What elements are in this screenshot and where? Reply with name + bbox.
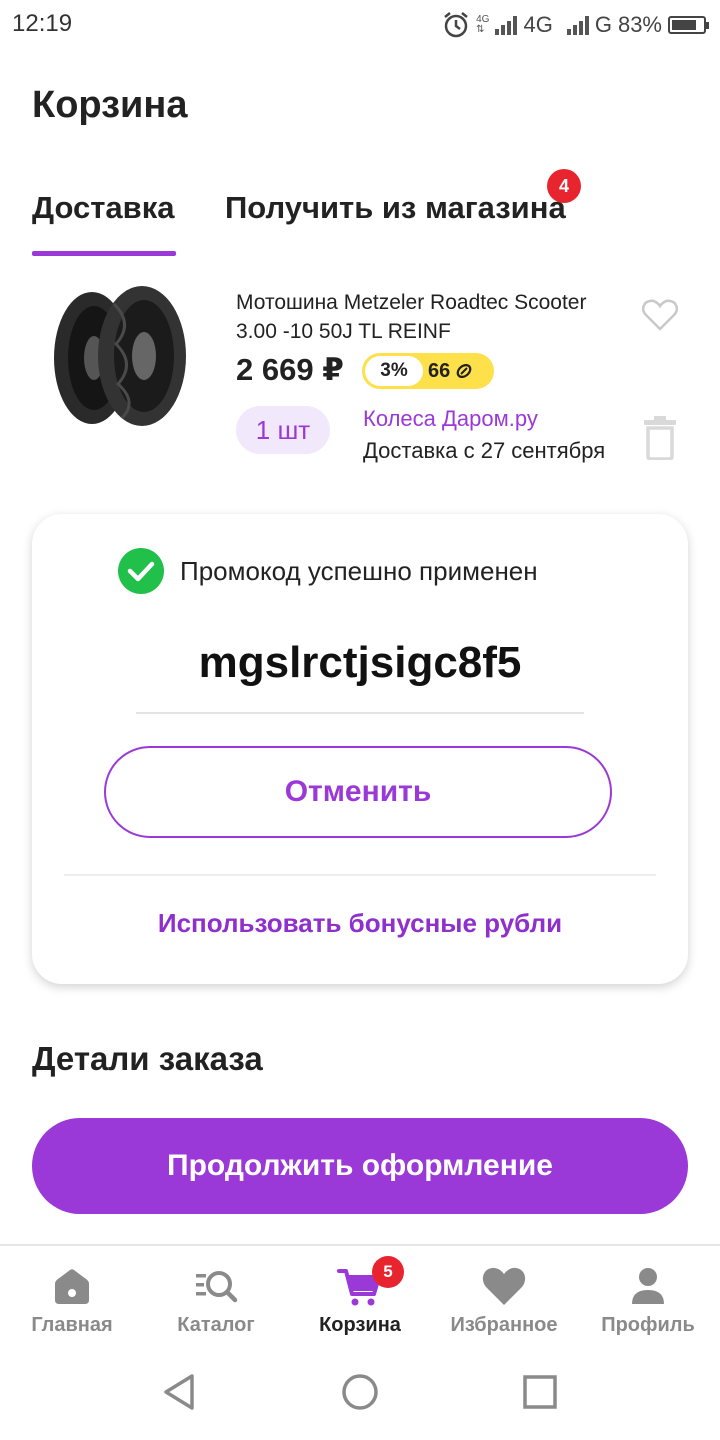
nav-home[interactable]: Главная [0,1246,144,1356]
home-icon [55,1269,89,1304]
delivery-date: Доставка с 27 сентября [363,438,606,463]
cart-count-badge: 5 [372,1256,404,1288]
seller-link[interactable]: Колеса Даром.ру [363,406,538,432]
tab-pickup-badge: 4 [547,169,581,203]
bonus-value: 66 [428,353,474,389]
status-icons: 4G ⇅ 4G G 83% [442,8,709,42]
nav-favorites[interactable]: Избранное [432,1246,576,1356]
nav-cart[interactable]: 5 Корзина [288,1246,432,1356]
battery-percent: 83% [617,12,662,37]
use-bonus-link[interactable]: Использовать бонусные рубли [32,908,688,939]
bonus-coin-icon [456,363,472,379]
product-name[interactable]: Мотошина Metzeler Roadtec Scooter 3.00 -… [236,288,596,346]
nav-label: Профиль [601,1314,695,1336]
net-type-2: G [594,12,612,37]
tab-pickup[interactable]: Получить из магазина [225,190,566,226]
quantity-selector[interactable]: 1 шт [236,406,330,454]
product-image-tires [54,286,186,426]
heart-icon [482,1267,526,1305]
nav-label: Главная [31,1314,113,1336]
product-price: 2 669 ₽ [236,352,344,387]
promo-code: mgslrctjsigc8f5 [198,638,522,687]
status-bar: 12:19 4G ⇅ 4G G 83% [0,0,720,50]
nav-profile[interactable]: Профиль [576,1246,720,1356]
battery-icon [668,16,709,34]
signal-icon-2 [566,15,589,35]
cancel-promo-button[interactable]: Отменить [104,746,612,838]
status-time: 12:19 [12,10,73,37]
bonus-badge: 3% 66 [362,353,494,389]
nav-label: Корзина [319,1314,401,1336]
continue-checkout-button[interactable]: Продолжить оформление [32,1118,688,1214]
bottom-nav: Главная Каталог 5 Корзина Избранное Проф… [0,1244,720,1356]
page-title: Корзина [32,84,188,126]
system-nav-bar [0,1356,720,1440]
net-type-small: 4G ⇅ [476,14,490,35]
check-circle-icon [118,548,164,594]
promo-code-underline [136,712,584,714]
bonus-percent: 3% [365,356,423,386]
nav-label: Каталог [177,1314,255,1336]
order-details-title: Детали заказа [32,1040,263,1077]
promo-card: Промокод успешно применен mgslrctjsigc8f… [32,514,688,984]
tab-active-indicator [32,251,176,256]
alarm-icon [444,12,468,38]
catalog-search-icon [196,1271,238,1303]
divider [64,874,656,876]
promo-status: Промокод успешно применен [118,548,538,594]
tab-delivery[interactable]: Доставка [32,190,174,226]
net-type: 4G [523,12,553,37]
promo-status-text: Промокод успешно применен [180,555,538,586]
home-circle-icon[interactable] [340,1372,380,1412]
trash-icon[interactable] [642,416,678,460]
back-icon[interactable] [160,1372,200,1412]
favorite-heart-icon[interactable] [641,298,679,332]
signal-icon [495,15,518,35]
recents-icon[interactable] [522,1374,558,1410]
profile-icon [632,1268,664,1304]
nav-label: Избранное [450,1314,558,1336]
nav-catalog[interactable]: Каталог [144,1246,288,1356]
